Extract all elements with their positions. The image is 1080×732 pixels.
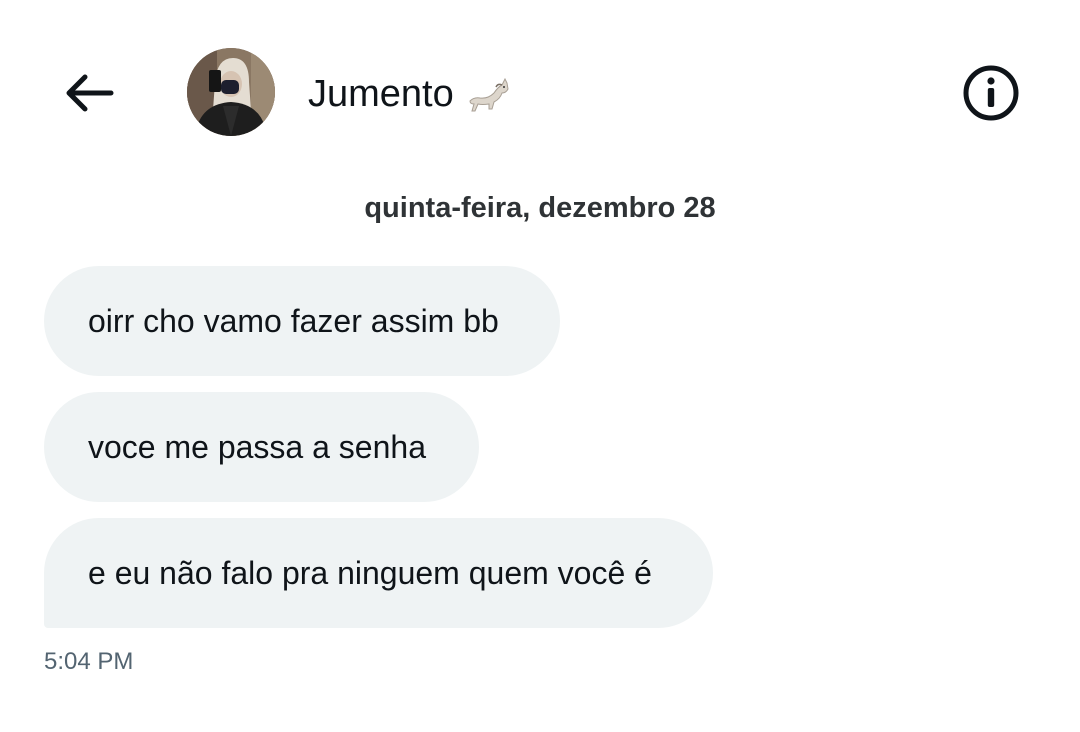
message-text: oirr cho vamo fazer assim bb: [88, 302, 499, 339]
message-bubble[interactable]: e eu não falo pra ninguem quem você é: [44, 518, 713, 628]
avatar-photo: [187, 48, 275, 136]
message-timestamp: 5:04 PM: [44, 648, 134, 675]
date-separator: quinta-feira, dezembro 28: [364, 192, 716, 224]
message-bubble[interactable]: oirr cho vamo fazer assim bb: [44, 266, 560, 376]
back-button[interactable]: [56, 62, 122, 124]
arrow-left-icon: [66, 74, 114, 112]
message-text: e eu não falo pra ninguem quem você é: [88, 554, 652, 591]
contact-name-link[interactable]: Jumento: [308, 70, 510, 118]
horse-emoji-icon: [469, 77, 509, 112]
message-bubble[interactable]: voce me passa a senha: [44, 392, 479, 502]
info-circle-icon: [963, 65, 1019, 121]
avatar[interactable]: [187, 48, 275, 136]
info-button[interactable]: [960, 62, 1022, 124]
message-text: voce me passa a senha: [88, 428, 426, 465]
contact-name: Jumento: [308, 73, 454, 115]
conversation-header: Jumento: [0, 0, 1080, 180]
